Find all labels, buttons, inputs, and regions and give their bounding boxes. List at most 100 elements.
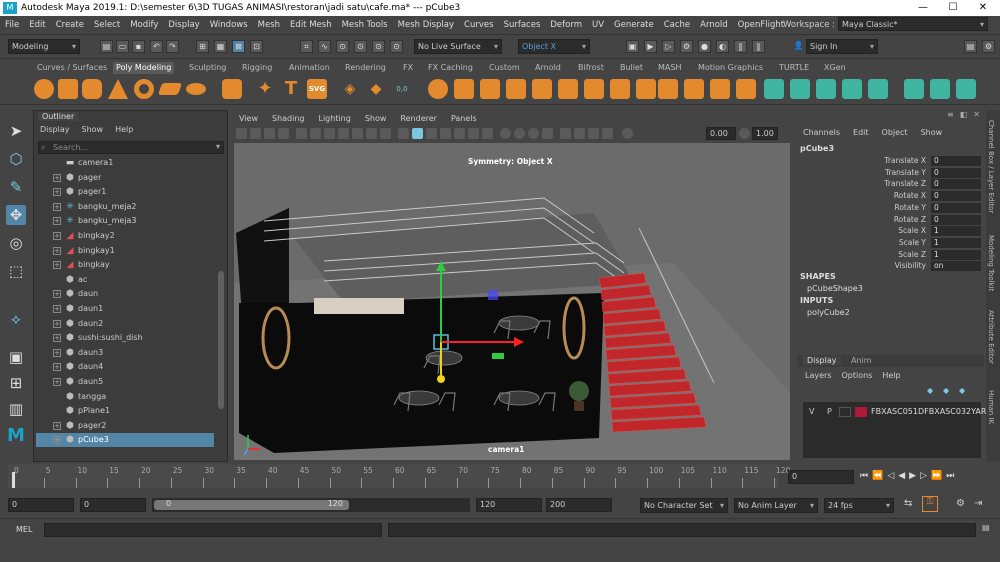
- disc-icon[interactable]: [186, 83, 206, 95]
- shelf-tab-bullet[interactable]: Bullet: [617, 62, 646, 74]
- outliner-item[interactable]: + ⬢ pCube3: [36, 433, 214, 448]
- playback-end-field[interactable]: 120: [476, 498, 542, 512]
- outliner-item[interactable]: + ◢ bingkay2: [36, 229, 214, 243]
- expand-icon[interactable]: +: [53, 421, 61, 430]
- viewport-menu-panels[interactable]: Panels: [444, 114, 484, 123]
- menu-windows[interactable]: Windows: [205, 20, 253, 30]
- torus-icon[interactable]: [134, 79, 154, 99]
- channel-menu-channels[interactable]: Channels: [803, 128, 840, 137]
- safe-action-icon[interactable]: [366, 128, 377, 139]
- outliner-item[interactable]: + ⬢ pager2: [36, 419, 214, 433]
- expand-icon[interactable]: +: [53, 261, 61, 270]
- outliner-scrollbar[interactable]: [218, 271, 224, 409]
- maximize-icon[interactable]: ☐: [938, 0, 968, 16]
- live-surface-field[interactable]: No Live Surface: [414, 39, 502, 54]
- cut-uv-icon[interactable]: [816, 79, 836, 99]
- sculpt-uv-icon[interactable]: [930, 79, 950, 99]
- sidetab-attribute-editor[interactable]: Attribute Editor: [987, 310, 995, 364]
- time-ruler[interactable]: 0 5 10 15 20 25 30 35 40 45 50 55 60 65 70 75 80 85 90 95 10…: [8, 464, 790, 488]
- outliner-item[interactable]: ⬢ tangga: [36, 390, 214, 404]
- menu-edit[interactable]: Edit: [24, 20, 50, 30]
- rotate-tool-icon[interactable]: ◎: [6, 233, 26, 253]
- layer-reference-box[interactable]: [839, 407, 851, 417]
- toggle-panel-icon[interactable]: ▤: [964, 40, 977, 53]
- resolution-gate-icon[interactable]: [324, 128, 335, 139]
- open-scene-icon[interactable]: ▭: [116, 40, 129, 53]
- outliner-item[interactable]: + ◢ bingkay1: [36, 244, 214, 258]
- expand-icon[interactable]: +: [53, 246, 61, 255]
- undo-icon[interactable]: ↶: [150, 40, 163, 53]
- channel-attr-value[interactable]: 0: [931, 202, 981, 213]
- channel-attr-value[interactable]: 0: [931, 214, 981, 225]
- viewport-menu-view[interactable]: View: [232, 114, 265, 123]
- type-icon[interactable]: T: [281, 79, 301, 99]
- shelf-tab-animation[interactable]: Animation: [286, 62, 333, 74]
- textured-icon[interactable]: [454, 128, 465, 139]
- scale-tool-icon[interactable]: ⬚: [6, 261, 26, 281]
- step-forward-frame-icon[interactable]: ▷: [920, 471, 927, 481]
- svg-icon[interactable]: SVG: [307, 79, 327, 99]
- snap-view-icon[interactable]: ⊙: [372, 40, 385, 53]
- grid-icon[interactable]: [296, 128, 307, 139]
- render-frame-icon[interactable]: ▶: [644, 40, 657, 53]
- shelf-tab-arnold[interactable]: Arnold: [532, 62, 564, 74]
- gamma-field[interactable]: 1.00: [752, 127, 778, 140]
- outliner-item[interactable]: + ⬢ daun5: [36, 375, 214, 389]
- select-object-icon[interactable]: ▦: [214, 40, 227, 53]
- menu-display[interactable]: Display: [163, 20, 204, 30]
- merge-icon[interactable]: [584, 79, 604, 99]
- expand-icon[interactable]: +: [53, 232, 61, 240]
- layer-color-swatch[interactable]: [855, 407, 867, 417]
- shelf-tab-poly-modeling[interactable]: Poly Modeling: [113, 62, 175, 74]
- expand-icon[interactable]: +: [53, 290, 61, 299]
- extract-icon[interactable]: [454, 79, 474, 99]
- counter-icon[interactable]: 0,0: [392, 79, 412, 99]
- go-to-end-icon[interactable]: ⏭: [946, 471, 954, 481]
- shelf-tab-fx[interactable]: FX: [400, 62, 416, 74]
- mode-dropdown[interactable]: Modeling: [8, 39, 80, 54]
- panel-float-icon[interactable]: ◧: [960, 110, 968, 122]
- channel-row[interactable]: Scale X 1: [797, 226, 984, 237]
- uv-shell-icon[interactable]: [956, 79, 976, 99]
- expand-icon[interactable]: +: [53, 319, 61, 328]
- channel-attr-value[interactable]: 0: [931, 179, 981, 190]
- snap-point-icon[interactable]: ⊙: [336, 40, 349, 53]
- new-layer-icon[interactable]: ◆: [927, 386, 933, 395]
- lock-selection-icon[interactable]: ⊡: [250, 40, 263, 53]
- outliner-item[interactable]: ⬢ pPlane1: [36, 404, 214, 418]
- layer-name[interactable]: FBXASC051DFBXASC032YAR: [871, 407, 986, 416]
- snap-curve-icon[interactable]: ∿: [318, 40, 331, 53]
- camera-attr-icon[interactable]: [250, 128, 261, 139]
- layer-menu-layers[interactable]: Layers: [805, 371, 831, 380]
- channel-attr-value[interactable]: 0: [931, 191, 981, 202]
- close-icon[interactable]: ✕: [968, 0, 998, 16]
- sidetab-modeling-toolkit[interactable]: Modeling Toolkit: [987, 235, 995, 291]
- channel-row[interactable]: Visibility on: [797, 261, 984, 272]
- layer-move-icon[interactable]: ◆: [959, 386, 965, 395]
- channel-row[interactable]: Rotate Y 0: [797, 202, 984, 214]
- expand-icon[interactable]: +: [53, 348, 61, 357]
- channel-row[interactable]: Rotate Z 0: [797, 214, 984, 226]
- layer-row[interactable]: V P FBXASC051DFBXASC032YAR: [803, 406, 986, 418]
- outliner-item[interactable]: + ⬢ pager: [36, 171, 214, 185]
- select-tool-icon[interactable]: ➤: [6, 121, 26, 141]
- outliner-menu-display[interactable]: Display: [40, 125, 70, 137]
- scene-view[interactable]: Symmetry: Object X camera1: [234, 143, 790, 460]
- sculpt-icon[interactable]: ◆: [366, 79, 386, 99]
- menu-openflight[interactable]: OpenFlight: [733, 20, 789, 30]
- multicut-icon[interactable]: [610, 79, 630, 99]
- outliner-item[interactable]: + ⬢ daun4: [36, 360, 214, 374]
- character-set-dropdown[interactable]: No Character Set: [640, 498, 728, 513]
- shelf-tab-custom[interactable]: Custom: [486, 62, 523, 74]
- expand-icon[interactable]: +: [53, 173, 61, 182]
- sound-icon[interactable]: ⇥: [974, 498, 982, 509]
- shelf-tab-sculpting[interactable]: Sculpting: [186, 62, 229, 74]
- extrude-icon[interactable]: [532, 79, 552, 99]
- gate-mask-icon[interactable]: [338, 128, 349, 139]
- sew-uv-icon[interactable]: [842, 79, 862, 99]
- snap-live-icon[interactable]: ⊙: [390, 40, 403, 53]
- xray-icon[interactable]: [574, 128, 585, 139]
- settings-icon[interactable]: ⚙: [982, 40, 995, 53]
- channel-row[interactable]: Translate X 0: [797, 156, 984, 167]
- channel-menu-object[interactable]: Object: [882, 128, 908, 137]
